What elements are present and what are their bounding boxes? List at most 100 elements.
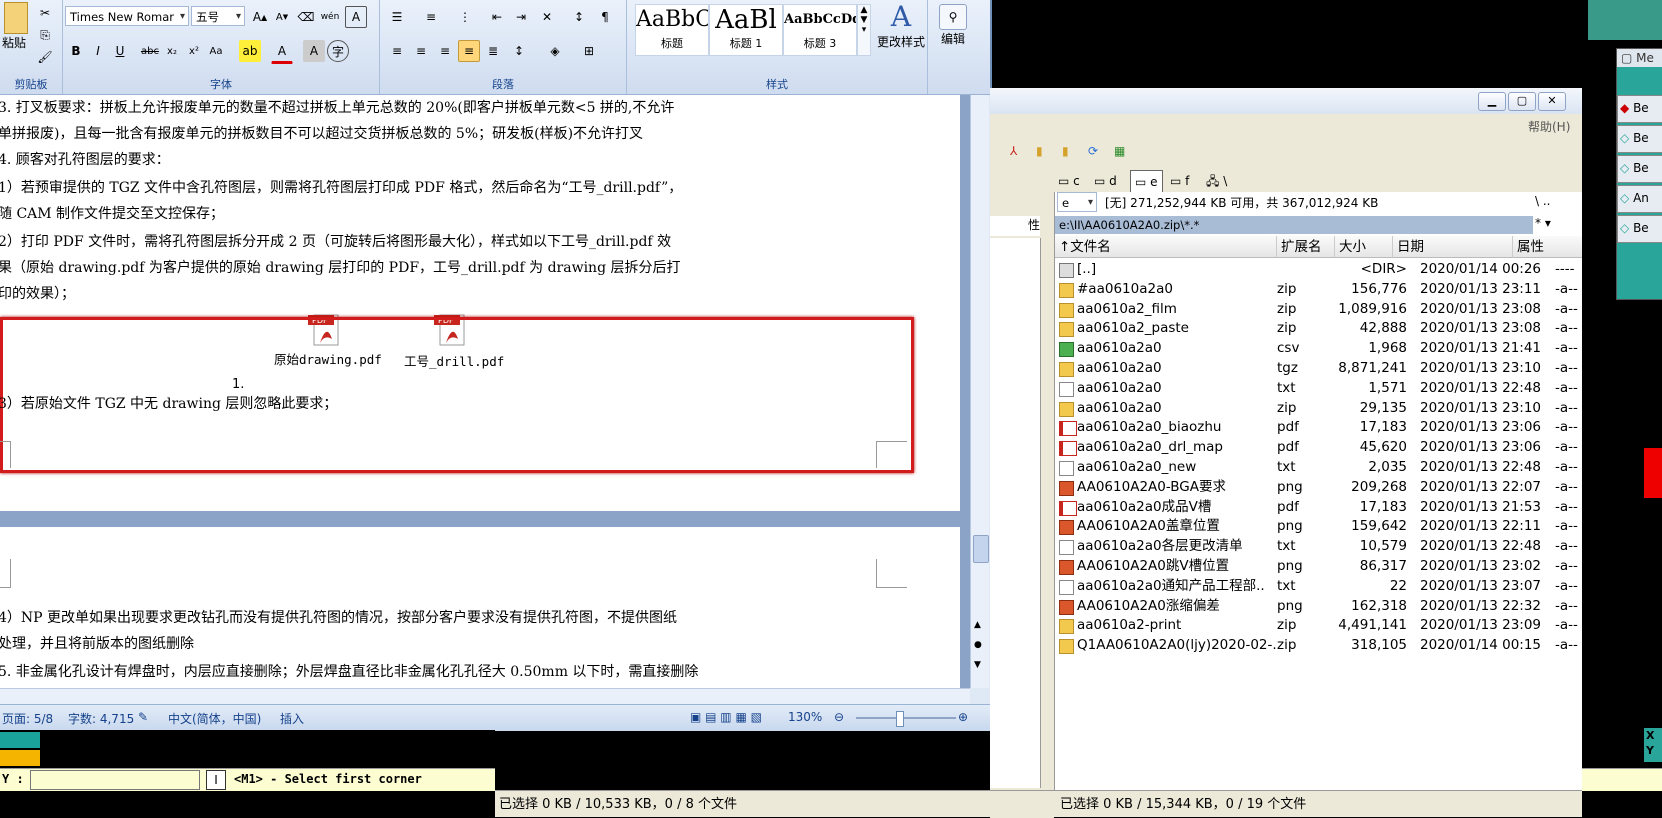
copy-icon[interactable]: ⎘ xyxy=(34,24,56,46)
folder-tool-icon[interactable]: ▮ xyxy=(1062,144,1069,158)
root-button[interactable]: \ .. xyxy=(1535,194,1551,208)
vertical-scrollbar[interactable]: ▲ ● ▼ xyxy=(970,95,989,688)
file-row[interactable]: aa0610a2_film zip 1,089,916 2020/01/13 23:0… xyxy=(1055,299,1583,320)
zoom-slider-thumb[interactable] xyxy=(896,711,904,727)
file-row[interactable]: [..] <DIR> 2020/01/14 00:26 ---- xyxy=(1055,259,1583,280)
col-date[interactable]: 日期 xyxy=(1393,236,1513,258)
file-row[interactable]: aa0610a2a0_drl_map pdf 45,620 2020/01/13 23… xyxy=(1055,437,1583,458)
style-heading-3[interactable]: AaBbCcDd 标题 3 xyxy=(783,4,857,56)
phonetic-guide-icon[interactable]: wén xyxy=(319,6,341,28)
distributed-icon[interactable]: ≣ xyxy=(482,40,504,62)
minimize-button[interactable]: ▁ xyxy=(1478,92,1506,111)
file-row[interactable]: aa0610a2_paste zip 42,888 2020/01/13 23:08-… xyxy=(1055,318,1583,339)
font-size-combo[interactable]: 五号 xyxy=(191,6,245,27)
measure-item[interactable]: ◇ An xyxy=(1617,185,1662,213)
align-center-icon[interactable]: ≡ xyxy=(410,40,432,62)
file-row[interactable]: AA0610A2A0盖章位置 png 159,642 2020/01/13 22:11… xyxy=(1055,516,1583,537)
document-page[interactable]: 4）NP 更改单如果出现要求更改钻孔而没有提供孔符图的情况，按部分客户要求没有提… xyxy=(0,527,960,688)
insert-mode[interactable]: 插入 xyxy=(280,710,304,727)
paste-button[interactable]: 粘贴 xyxy=(2,34,26,51)
char-shading-icon[interactable]: A xyxy=(303,40,325,62)
sync-tool-icon[interactable]: ⟳ xyxy=(1088,144,1098,158)
change-styles-button[interactable]: A 更改样式 xyxy=(873,0,929,64)
file-row[interactable]: AA0610A2A0跳V槽位置 png 86,317 2020/01/13 23:02… xyxy=(1055,556,1583,577)
file-row[interactable]: aa0610a2a0_new txt 2,035 2020/01/13 22:48 -a… xyxy=(1055,457,1583,478)
zoom-out-icon[interactable]: ⊖ xyxy=(834,710,844,724)
align-right-icon[interactable]: ≡ xyxy=(434,40,456,62)
zoom-slider[interactable] xyxy=(856,717,956,719)
show-marks-icon[interactable]: ¶ xyxy=(594,6,616,28)
grow-font-icon[interactable]: A ▲ xyxy=(249,6,271,28)
subscript-icon[interactable]: x₂ xyxy=(161,40,183,62)
shrink-font-icon[interactable]: A ▼ xyxy=(271,6,293,28)
align-left-icon[interactable]: ≡ xyxy=(386,40,408,62)
file-row[interactable]: AA0610A2A0-BGA要求 png 209,268 2020/01/13 22:… xyxy=(1055,477,1583,498)
file-row[interactable]: aa0610a2a0 zip 29,135 2020/01/13 23:10 -a-- xyxy=(1055,398,1583,419)
bold-icon[interactable]: B xyxy=(65,40,87,62)
cam-color-swatch[interactable] xyxy=(0,732,40,748)
file-row[interactable]: aa0610a2a0各层更改清单 txt 10,579 2020/01/13 22:4… xyxy=(1055,536,1583,557)
cam-color-swatch[interactable] xyxy=(0,750,40,766)
font-family-combo[interactable]: Times New Romar xyxy=(65,6,189,27)
file-row[interactable]: aa0610a2a0 csv 1,968 2020/01/13 21:41 -a-- xyxy=(1055,338,1583,359)
style-heading-1[interactable]: AaBl 标题 1 xyxy=(709,4,783,56)
help-menu[interactable]: 帮助(H) xyxy=(1528,118,1570,135)
sort-icon[interactable]: ↕ xyxy=(568,6,590,28)
prev-page-icon[interactable]: ▲ xyxy=(974,620,981,630)
maximize-button[interactable]: ▢ xyxy=(1508,92,1536,111)
col-attr[interactable]: 属性 xyxy=(1513,236,1583,258)
superscript-icon[interactable]: x² xyxy=(183,40,205,62)
document-area[interactable]: 3. 打叉板要求：拼板上允许报废单元的数量不超过拼板上单元总数的 20%(即客户… xyxy=(0,95,970,688)
change-case-icon[interactable]: Aa xyxy=(205,40,227,62)
drive-combo[interactable]: e xyxy=(1057,192,1097,213)
font-color-icon[interactable]: A xyxy=(271,40,293,64)
left-file-panel[interactable] xyxy=(990,238,1041,788)
cut-icon[interactable]: ✂ xyxy=(34,2,56,24)
zoom-in-icon[interactable]: ⊕ xyxy=(958,710,968,724)
file-row[interactable]: aa0610a2a0 txt 1,571 2020/01/13 22:48 -a-- xyxy=(1055,378,1583,399)
shading-icon[interactable]: ◈ xyxy=(544,40,566,62)
zoom-level[interactable]: 130% xyxy=(788,710,822,724)
clear-format-icon[interactable]: ⌫ xyxy=(295,6,317,28)
browse-object-icon[interactable]: ● xyxy=(974,640,982,650)
file-row[interactable]: aa0610a2a0_biaozhu pdf 17,183 2020/01/13 23… xyxy=(1055,417,1583,438)
path-bar[interactable]: e:\II\AA0610A2A0.zip\*.* xyxy=(1055,216,1533,234)
col-name[interactable]: ↑文件名 xyxy=(1055,236,1277,258)
close-button[interactable]: ✕ xyxy=(1538,92,1566,111)
increase-indent-icon[interactable]: ⇥ xyxy=(510,6,532,28)
numbering-icon[interactable]: ≡ xyxy=(420,6,442,28)
file-row[interactable]: aa0610a2a0成品V槽 pdf 17,183 2020/01/13 21:53-… xyxy=(1055,497,1583,518)
proofing-icon[interactable]: ✎ xyxy=(138,710,148,724)
line-spacing-icon[interactable]: ↕ xyxy=(508,40,530,62)
underline-icon[interactable]: U xyxy=(109,40,131,62)
file-row[interactable]: AA0610A2A0涨缩偏差 png 162,318 2020/01/13 22:32… xyxy=(1055,596,1583,617)
page-count[interactable]: 页面: 5/8 xyxy=(2,710,53,727)
justify-icon[interactable]: ≡ xyxy=(458,40,480,62)
styles-scroll[interactable]: ▲ ▼ ▾ xyxy=(857,4,871,56)
word-count[interactable]: 字数: 4,715 xyxy=(68,710,134,727)
excel-tool-icon[interactable]: ▦ xyxy=(1114,144,1125,158)
bullets-icon[interactable]: ☰ xyxy=(386,6,408,28)
horizontal-scrollbar[interactable] xyxy=(0,688,970,705)
file-row[interactable]: aa0610a2a0 tgz 8,871,241 2020/01/13 23:10 -a… xyxy=(1055,358,1583,379)
file-row[interactable]: aa0610a2a0通知产品工程部.. txt 22 2020/01/13 23:07… xyxy=(1055,576,1583,597)
drive-d[interactable]: ▭ d xyxy=(1094,170,1117,192)
document-page[interactable]: 3. 打叉板要求：拼板上允许报废单元的数量不超过拼板上单元总数的 20%(即客户… xyxy=(0,95,960,511)
scroll-thumb[interactable] xyxy=(973,535,989,563)
measure-item[interactable]: ◇ Be xyxy=(1617,215,1662,243)
format-painter-icon[interactable]: 🖌 xyxy=(34,46,56,68)
file-row[interactable]: #aa0610a2a0 zip 156,776 2020/01/13 23:11 -a-… xyxy=(1055,279,1583,300)
edit-button[interactable]: ⚲ 编辑 xyxy=(928,0,978,90)
pdf-tool-icon[interactable]: ⅄ xyxy=(1010,144,1017,158)
italic-icon[interactable]: I xyxy=(87,40,109,62)
filter-button[interactable]: * ▾ xyxy=(1535,216,1551,230)
file-row[interactable]: Q1AA0610A2A0(ljy)2020-02-.. zip 318,105 202… xyxy=(1055,635,1583,656)
view-buttons[interactable]: ▣ ▤ ▥ ▦ ▧ xyxy=(690,710,762,724)
folder-tool-icon[interactable]: ▮ xyxy=(1036,144,1043,158)
cam-input-button[interactable]: I xyxy=(206,770,226,790)
measure-item[interactable]: ◇ Be xyxy=(1617,155,1662,183)
drive-c[interactable]: ▭ c xyxy=(1058,170,1080,192)
file-row[interactable]: aa0610a2-print zip 4,491,141 2020/01/13 23:… xyxy=(1055,615,1583,636)
drive-e[interactable]: ▭ e xyxy=(1130,170,1163,194)
network-drive[interactable]: 🖧 \ xyxy=(1206,170,1227,192)
